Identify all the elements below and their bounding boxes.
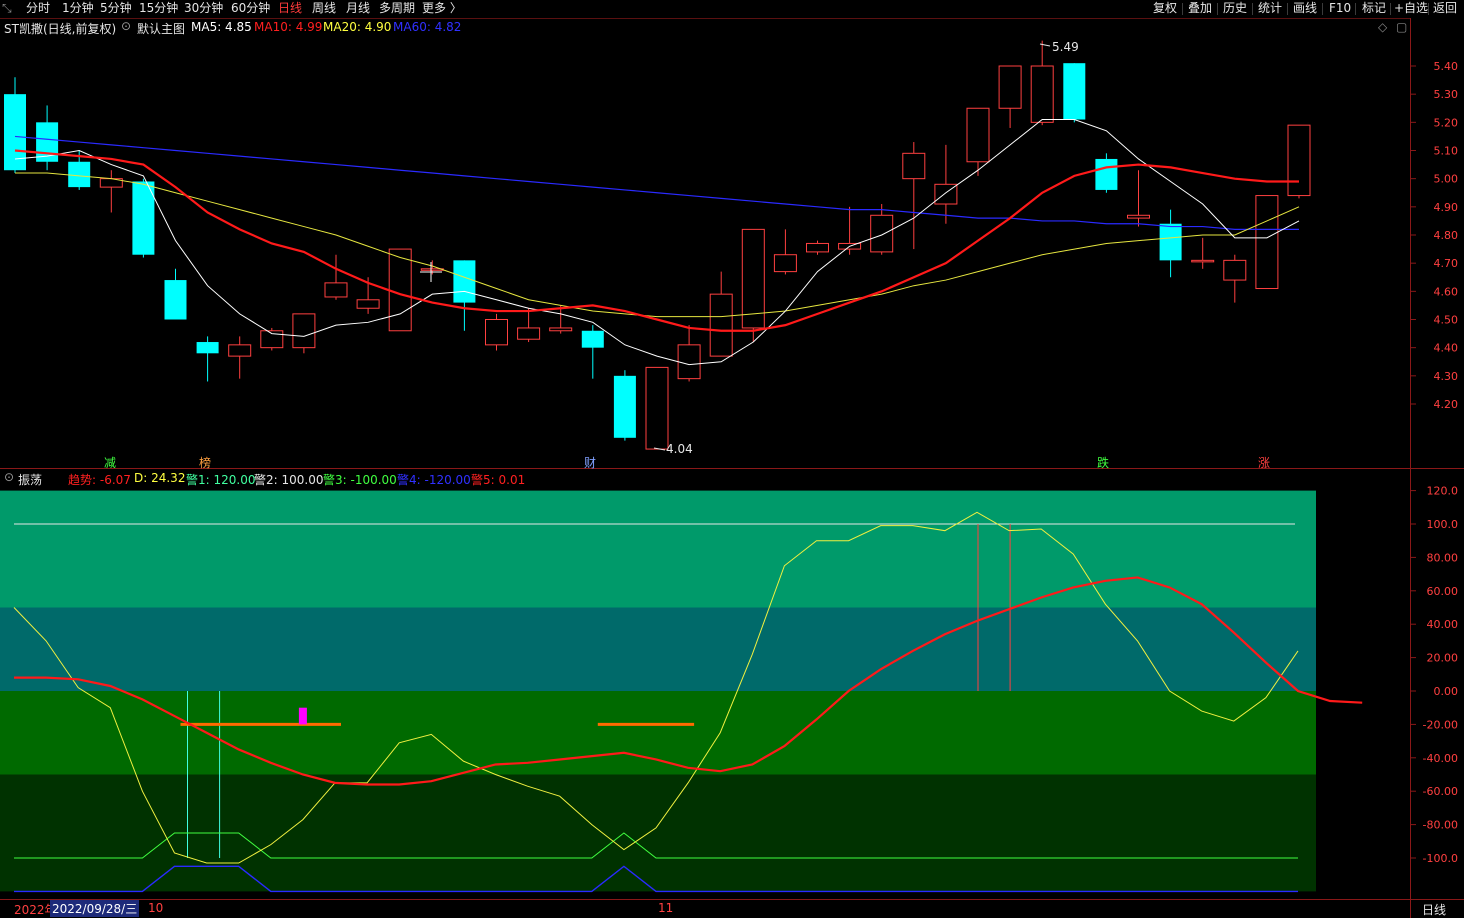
- candle-body-down: [164, 280, 187, 320]
- event-marker-2[interactable]: 财: [584, 454, 596, 471]
- candle-body-up: [356, 299, 380, 309]
- osc-tick-label: 60.00: [1427, 585, 1459, 598]
- ma5-label: MA5: 4.85: [191, 20, 252, 34]
- price-tick-label: 4.30: [1434, 370, 1459, 383]
- osc-warn1-label: 警1: 120.00: [186, 473, 256, 487]
- candle-body-down: [613, 375, 636, 438]
- candle-body-up: [388, 248, 412, 332]
- price-tick-label: 4.70: [1434, 257, 1459, 270]
- price-tick-label: 5.40: [1434, 60, 1459, 73]
- osc-band: [0, 691, 1316, 775]
- candle-body-up: [998, 65, 1022, 109]
- osc-tick-label: 40.00: [1427, 618, 1459, 631]
- low-price-label: 4.04: [666, 442, 693, 456]
- candle-body-up: [966, 107, 990, 163]
- osc-trend-label: 趋势: -6.07: [68, 473, 131, 487]
- candle-body-up: [324, 282, 348, 298]
- magenta-signal-bar: [298, 707, 307, 725]
- candle-body-up: [292, 313, 316, 349]
- candle-body-down: [68, 161, 91, 188]
- price-tick-label: 4.50: [1434, 314, 1459, 327]
- osc-tick-label: 0.00: [1434, 685, 1459, 698]
- candle-body-down: [1095, 158, 1118, 190]
- price-tick-label: 4.40: [1434, 342, 1459, 355]
- candle-body-up: [1287, 124, 1311, 197]
- period-indicator[interactable]: 日线: [1422, 901, 1446, 918]
- price-tick-label: 4.60: [1434, 285, 1459, 298]
- ma20-line: [15, 172, 1300, 318]
- candle-body-down: [1063, 63, 1086, 120]
- candle-body-up: [902, 152, 926, 180]
- panel-toggle-icon[interactable]: ▢: [1396, 20, 1407, 34]
- osc-tick-label: -80.00: [1423, 819, 1458, 832]
- diamond-icon[interactable]: ◇: [1378, 20, 1387, 34]
- candle-body-up: [1223, 259, 1247, 281]
- price-tick-label: 5.30: [1434, 88, 1459, 101]
- high-price-label: 5.49: [1052, 40, 1079, 54]
- osc-d-label: D: 24.32: [134, 471, 186, 485]
- osc-tick-label: -40.00: [1423, 752, 1458, 765]
- osc-tick-label: -100.0: [1423, 852, 1458, 865]
- osc-band: [0, 490, 1316, 608]
- ma20-label: MA20: 4.90: [323, 20, 392, 34]
- event-marker-0[interactable]: 减: [104, 454, 116, 471]
- price-tick-label: 4.80: [1434, 229, 1459, 242]
- candle-body-up: [485, 319, 508, 346]
- candle-body-up: [1030, 65, 1054, 123]
- candle-body-down: [453, 260, 476, 303]
- sub-panel-name[interactable]: 振荡: [18, 471, 42, 488]
- month-label-11: 11: [658, 901, 674, 915]
- price-tick-label: 4.90: [1434, 201, 1459, 214]
- price-tick-label: 4.20: [1434, 398, 1459, 411]
- price-tick-label: 5.20: [1434, 116, 1459, 129]
- price-tick-label: 5.00: [1434, 173, 1459, 186]
- month-label-10: 10: [148, 901, 164, 915]
- osc-tick-label: -20.00: [1423, 718, 1458, 731]
- osc-tick-label: -60.00: [1423, 785, 1458, 798]
- sub-panel-toggle-icon[interactable]: ⊙: [4, 470, 14, 484]
- event-marker-4[interactable]: 涨: [1258, 454, 1270, 471]
- candle-body-up: [709, 293, 733, 357]
- candle-body-up: [677, 344, 701, 380]
- candle-body-up: [645, 366, 669, 450]
- candle-body-down: [581, 330, 604, 348]
- candle-body-down: [196, 342, 219, 354]
- osc-warn2-label: 警2: 100.00: [254, 473, 324, 487]
- candle-body-up: [1255, 195, 1279, 290]
- osc-tick-label: 20.00: [1427, 652, 1459, 665]
- osc-tick-label: 120.0: [1427, 485, 1459, 498]
- event-marker-3[interactable]: 跌: [1097, 454, 1109, 471]
- ma60-label: MA60: 4.82: [393, 20, 462, 34]
- event-marker-1[interactable]: 榜: [199, 454, 211, 471]
- template-label[interactable]: 默认主图: [137, 20, 185, 37]
- price-tick-label: 5.10: [1434, 145, 1459, 158]
- osc-tick-label: 80.00: [1427, 551, 1459, 564]
- high-pointer: [1039, 43, 1051, 47]
- chart-canvas[interactable]: 5.40 5.30 5.20 5.10 5.00 4.90 4.80 4.70 4.60 4.50…: [0, 0, 1464, 918]
- ma10-label: MA10: 4.99: [254, 20, 323, 34]
- stock-title: ST凯撒(日线,前复权): [4, 22, 117, 36]
- candle-body-up: [806, 242, 829, 253]
- candle-body-up: [549, 327, 573, 332]
- osc-tick-label: 100.0: [1427, 518, 1459, 531]
- osc-warn5-label: 警5: 0.01: [471, 473, 526, 487]
- candle-body-up: [1191, 259, 1215, 263]
- cursor-date-label: 2022/09/28/三: [50, 900, 140, 917]
- candle-body-up: [773, 254, 797, 273]
- template-dropdown-icon[interactable]: ⊙: [121, 19, 131, 33]
- candle-body-up: [870, 214, 894, 253]
- candle-body-down: [1159, 223, 1182, 261]
- candle-body-up: [517, 327, 541, 340]
- osc-warn4-label: 警4: -120.00: [397, 473, 471, 487]
- candle-body-up: [228, 344, 252, 357]
- osc-warn3-label: 警3: -100.00: [323, 473, 397, 487]
- candle-body-up: [1127, 214, 1150, 219]
